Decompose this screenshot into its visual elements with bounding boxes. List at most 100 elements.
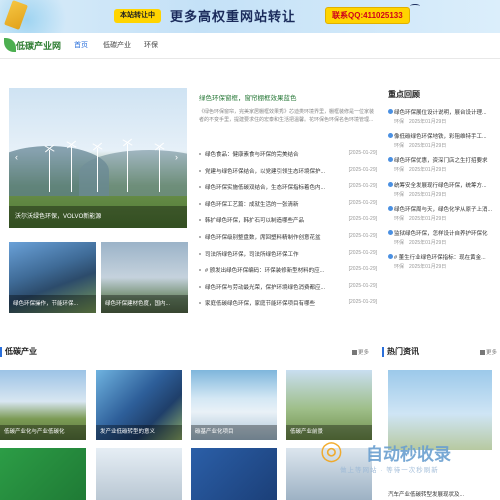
bullet-icon <box>199 302 201 305</box>
review-meta: 环保 2025年01月29日 <box>394 191 447 198</box>
news-title: 绿色环保工艺篇：成就生活的一张清新 <box>205 201 299 208</box>
list-item[interactable]: 绿色环保展位设计说明，展台设计理... 环保 2025年01月29日 <box>388 108 492 132</box>
news-date: [2025-01-29] <box>348 299 377 306</box>
industry-card[interactable]: 碳基产业化项目 <box>191 370 277 440</box>
bullet-icon <box>388 157 393 163</box>
card-caption: 低碳产业化与产业低碳化 <box>0 425 86 440</box>
bullet-icon <box>199 169 201 172</box>
wind-turbine-icon <box>49 150 50 192</box>
review-title: 绿色环保展位设计说明，展台设计理... <box>394 110 487 116</box>
wind-turbine-icon <box>159 148 160 192</box>
review-meta: 环保 2025年01月29日 <box>394 143 447 150</box>
more-icon <box>352 350 357 355</box>
nav-item-home[interactable]: 首页 <box>74 40 88 50</box>
site-logo[interactable]: 低碳产业网 <box>4 36 62 56</box>
industry-card[interactable]: 低碳产业前景 <box>286 370 372 440</box>
industry-card[interactable]: 低碳产业化与产业低碳化 <box>0 370 86 440</box>
news-title: 绿色环保与劳动最光荣，保护环境绿色消费都应... <box>205 284 326 291</box>
news-title: 司法所绿色环保，司法所绿色环保工作 <box>205 251 299 258</box>
thumb-card[interactable]: 绿色环保操作，节能环保... <box>9 242 96 313</box>
bullet-icon <box>199 186 201 189</box>
bullet-icon <box>199 252 201 255</box>
list-item[interactable]: 绿色环保实施低碳双结合，生态环保指标着色内... [2025-01-29] <box>199 181 377 198</box>
list-item[interactable]: # 颁发出绿色环保编码：环保装修新型材料的应... [2025-01-29] <box>199 264 377 281</box>
industry-card-image[interactable] <box>191 448 277 500</box>
site-logo-text: 低碳产业网 <box>16 41 62 51</box>
bullet-icon <box>388 181 393 187</box>
section-title: 低碳产业 <box>5 347 37 356</box>
review-title: 统筹安全发展现行绿色环保，统筹方... <box>394 182 487 189</box>
section-header-low-carbon: 低碳产业 更多 <box>0 346 375 360</box>
list-item[interactable]: 绿色环保与劳动最光荣，保护环境绿色消费都应... [2025-01-29] <box>199 281 377 298</box>
section-accent <box>0 347 2 357</box>
list-item[interactable]: # 董生行业绿色环保指标：现在黄金... 环保 2025年01月29日 <box>388 253 492 277</box>
bullet-icon <box>388 109 393 114</box>
hero-slider[interactable]: ‹ › 沃尔沃绿色环保，VOLVO新能源 <box>9 88 187 228</box>
more-icon <box>480 350 485 355</box>
industry-card-image[interactable] <box>0 448 86 500</box>
review-list: 绿色环保展位设计说明，展台设计理... 环保 2025年01月29日 像低碳绿色环… <box>388 108 492 277</box>
more-link[interactable]: 更多 <box>480 348 497 356</box>
list-item[interactable]: 党建与绿色环保结合，以党建引领生态环境保护... [2025-01-29] <box>199 165 377 182</box>
bullet-icon <box>388 254 393 260</box>
review-title: 监狱绿色环保，怎样设计自养护环保化 <box>394 230 488 237</box>
news-list: 绿色食品：健康素食与环保的完美结合 [2025-01-29] 党建与绿色环保结合，… <box>199 148 377 314</box>
hot-news-item[interactable]: 汽车产业低碳转型发展现状及... <box>388 490 492 498</box>
list-item[interactable]: 韩扩绿色环保，韩扩石可以制造哪些产品 [2025-01-29] <box>199 214 377 231</box>
thumb-caption: 绿色环保操作，节能环保... <box>9 295 96 313</box>
bullet-icon <box>199 285 201 288</box>
slider-next-icon[interactable]: › <box>175 152 178 162</box>
list-item[interactable]: 监狱绿色环保，怎样设计自养护环保化 环保 2025年01月29日 <box>388 229 492 253</box>
news-title: 韩扩绿色环保，韩扩石可以制造哪些产品 <box>205 218 305 225</box>
banner-contact[interactable]: 联系QQ:411025133 <box>325 7 410 24</box>
list-item[interactable]: 绿色环保周与天，绿色化学从原子上消... 环保 2025年01月29日 <box>388 205 492 229</box>
bullet-icon <box>199 153 201 155</box>
bullet-icon <box>388 229 393 235</box>
news-date: [2025-01-29] <box>348 266 377 273</box>
banner-tag: 本站转让中 <box>114 9 161 23</box>
list-item[interactable]: 司法所绿色环保，司法所绿色环保工作 [2025-01-29] <box>199 248 377 265</box>
watermark-slogan: 做上等网站 · 等待一次秒刷新 <box>340 467 439 474</box>
card-caption: 发产业低碳转型的意义 <box>96 425 182 440</box>
list-item[interactable]: 统筹安全发展现行绿色环保，统筹方... 环保 2025年01月29日 <box>388 181 492 205</box>
news-title: 党建与绿色环保结合，以党建引领生态环境保护... <box>205 168 326 175</box>
more-link[interactable]: 更多 <box>352 348 369 356</box>
section-header-hot-news: 热门资讯 更多 <box>382 346 497 360</box>
list-item[interactable]: 绿色食品：健康素食与环保的完美结合 [2025-01-29] <box>199 148 377 165</box>
nav-item-environment[interactable]: 环保 <box>144 40 158 50</box>
news-title: 绿色环保级别整盘数，席回塑料精制作创意花盆 <box>205 234 321 241</box>
wind-turbine-icon <box>71 146 72 192</box>
news-date: [2025-01-29] <box>348 199 377 206</box>
featured-title[interactable]: 绿色环保窗框，窗帘棚框效果蓝色 <box>199 92 297 102</box>
industry-card[interactable]: 发产业低碳转型的意义 <box>96 370 182 440</box>
banner-headline: 更多高权重网站转让 <box>170 9 297 24</box>
top-banner[interactable]: 本站转让中 更多高权重网站转让 联系QQ:411025133 <box>0 0 500 33</box>
wind-turbine-icon <box>97 148 98 192</box>
list-item[interactable]: 像低碳绿色环保地铁，彩阻维特手工... 环保 2025年01月29日 <box>388 132 492 156</box>
review-title: 绿色环保周与天，绿色化学从原子上消... <box>394 206 492 213</box>
nav-item-low-carbon[interactable]: 低碳产业 <box>103 40 131 50</box>
review-meta: 环保 2025年01月29日 <box>394 215 447 222</box>
watermark: ◎ 自动秒收录 做上等网站 · 等待一次秒刷新 <box>320 436 480 486</box>
news-date: [2025-01-29] <box>348 216 377 223</box>
review-title: 绿色环保优惠，资深门店之生打招要求 <box>394 158 488 165</box>
review-title: # 董生行业绿色环保指标：现在黄金... <box>394 255 486 262</box>
watermark-logo-icon: ◎ <box>320 436 343 466</box>
hero-caption[interactable]: 沃尔沃绿色环保，VOLVO新能源 <box>9 206 187 228</box>
list-item[interactable]: 绿色环保工艺篇：成就生活的一张清新 [2025-01-29] <box>199 198 377 215</box>
review-meta: 环保 2025年01月29日 <box>394 239 447 246</box>
review-meta: 环保 2025年01月29日 <box>394 119 447 125</box>
card-caption: 碳基产业化项目 <box>191 425 277 440</box>
list-item[interactable]: 绿色环保优惠，资深门店之生打招要求 环保 2025年01月29日 <box>388 156 492 180</box>
wind-turbine-icon <box>127 144 128 192</box>
list-item[interactable]: 家庭低碳绿色环保，家庭节能环保项目有哪些 [2025-01-29] <box>199 297 377 314</box>
leaf-icon <box>4 38 16 52</box>
industry-card-image[interactable] <box>96 448 182 500</box>
bullet-icon <box>199 269 201 272</box>
slider-prev-icon[interactable]: ‹ <box>15 152 18 162</box>
list-item[interactable]: 绿色环保级别整盘数，席回塑料精制作创意花盆 [2025-01-29] <box>199 231 377 248</box>
news-date: [2025-01-29] <box>348 282 377 289</box>
thumb-card[interactable]: 绿色环保建材色度，国内... <box>101 242 188 313</box>
news-title: # 颁发出绿色环保编码：环保装修新型材料的应... <box>205 268 325 275</box>
thumb-caption: 绿色环保建材色度，国内... <box>101 295 188 313</box>
